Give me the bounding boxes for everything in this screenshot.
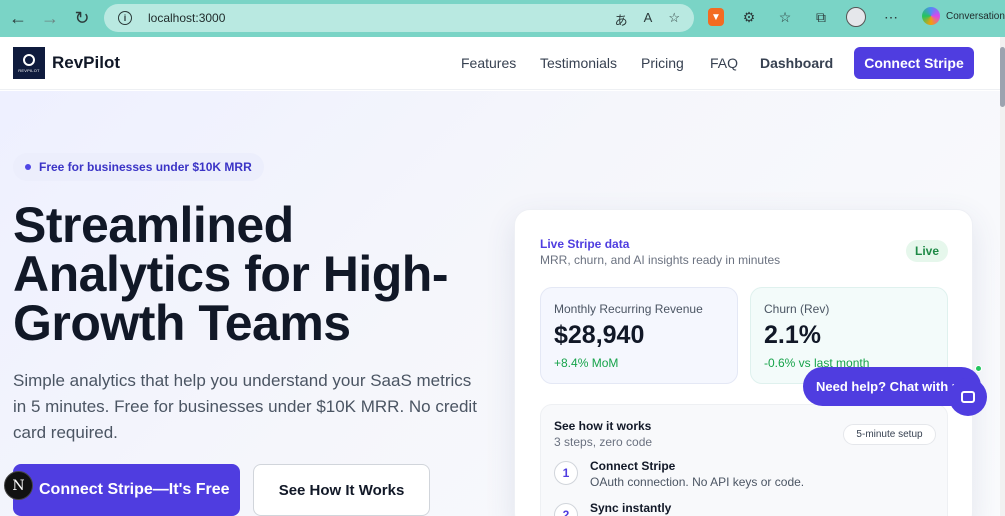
see-how-it-works-button[interactable]: See How It Works xyxy=(253,464,430,516)
translate-icon[interactable]: あ xyxy=(615,10,628,29)
step-number: 1 xyxy=(554,461,578,485)
step-title: Sync instantly xyxy=(590,501,672,515)
card-title: Live Stripe data xyxy=(540,237,630,251)
profile-avatar-icon[interactable] xyxy=(846,7,866,27)
browser-toolbar: ← → ↻ i localhost:3000 あ A ☆ ▼ ⚙ ☆ ⧉ ⋯ C… xyxy=(0,0,1005,37)
live-status-badge: Live xyxy=(906,240,948,262)
brand-mark-icon: REVPILOT xyxy=(13,47,45,79)
more-menu-icon[interactable]: ⋯ xyxy=(880,6,902,28)
badge-dot-icon xyxy=(25,164,31,170)
site-header: REVPILOT RevPilot Features Testimonials … xyxy=(0,37,1000,90)
extensions-icon[interactable]: ⚙ xyxy=(738,6,760,28)
copilot-logo-icon xyxy=(922,7,940,25)
mrr-metric: Monthly Recurring Revenue $28,940 +8.4% … xyxy=(540,287,738,384)
copilot-button[interactable]: Conversation xyxy=(922,7,1005,25)
live-data-card: Live Stripe data MRR, churn, and AI insi… xyxy=(514,209,973,516)
step-description: OAuth connection. No API keys or code. xyxy=(590,475,805,489)
free-tier-badge: Free for businesses under $10K MRR xyxy=(13,153,264,181)
brand-logo[interactable]: REVPILOT RevPilot xyxy=(13,47,120,79)
online-status-icon xyxy=(975,365,982,372)
forward-icon[interactable]: → xyxy=(36,5,64,33)
nav-pricing[interactable]: Pricing xyxy=(641,55,684,71)
chat-bubble-icon[interactable] xyxy=(949,378,987,416)
hero-section: Free for businesses under $10K MRR Strea… xyxy=(0,91,1000,516)
favorite-star-icon[interactable]: ☆ xyxy=(668,10,680,29)
copilot-label: Conversation xyxy=(946,10,1005,22)
churn-label: Churn (Rev) xyxy=(764,302,830,316)
step-item: 2 Sync instantly xyxy=(554,501,671,516)
mrr-delta: +8.4% MoM xyxy=(554,356,619,370)
connect-stripe-button[interactable]: Connect Stripe xyxy=(854,47,974,79)
brave-shield-icon[interactable]: ▼ xyxy=(708,8,724,26)
address-bar[interactable]: i localhost:3000 あ A ☆ xyxy=(104,4,694,32)
churn-value: 2.1% xyxy=(764,321,821,349)
mrr-label: Monthly Recurring Revenue xyxy=(554,302,703,316)
brand-name: RevPilot xyxy=(52,53,121,72)
favorites-icon[interactable]: ☆ xyxy=(774,6,796,28)
nav-faq[interactable]: FAQ xyxy=(710,55,738,71)
step-item: 1 Connect Stripe OAuth connection. No AP… xyxy=(554,459,804,489)
url-text: localhost:3000 xyxy=(148,11,226,25)
how-title: See how it works xyxy=(554,419,652,433)
hero-subtext: Simple analytics that help you understan… xyxy=(13,371,477,442)
reload-icon[interactable]: ↻ xyxy=(68,5,96,33)
back-icon[interactable]: ← xyxy=(4,5,32,33)
read-aloud-icon[interactable]: A xyxy=(644,10,653,29)
collections-icon[interactable]: ⧉ xyxy=(810,6,832,28)
how-subtitle: 3 steps, zero code xyxy=(554,435,653,449)
connect-stripe-free-button[interactable]: Connect Stripe—It's Free xyxy=(13,464,240,516)
page-scrollbar[interactable] xyxy=(1000,37,1005,516)
how-it-works-panel: See how it works 3 steps, zero code 5-mi… xyxy=(540,404,948,516)
mrr-value: $28,940 xyxy=(554,321,645,349)
nav-features[interactable]: Features xyxy=(461,55,516,71)
site-info-icon[interactable]: i xyxy=(118,11,132,25)
nav-dashboard[interactable]: Dashboard xyxy=(760,55,833,71)
hero-headline: Streamlined Analytics for High-Growth Te… xyxy=(13,197,448,351)
step-title: Connect Stripe xyxy=(590,459,676,473)
card-subtitle: MRR, churn, and AI insights ready in min… xyxy=(540,253,781,267)
nextjs-dev-icon[interactable]: N xyxy=(4,471,33,500)
step-number: 2 xyxy=(554,503,578,516)
setup-time-badge: 5-minute setup xyxy=(843,424,936,445)
nav-testimonials[interactable]: Testimonials xyxy=(540,55,617,71)
